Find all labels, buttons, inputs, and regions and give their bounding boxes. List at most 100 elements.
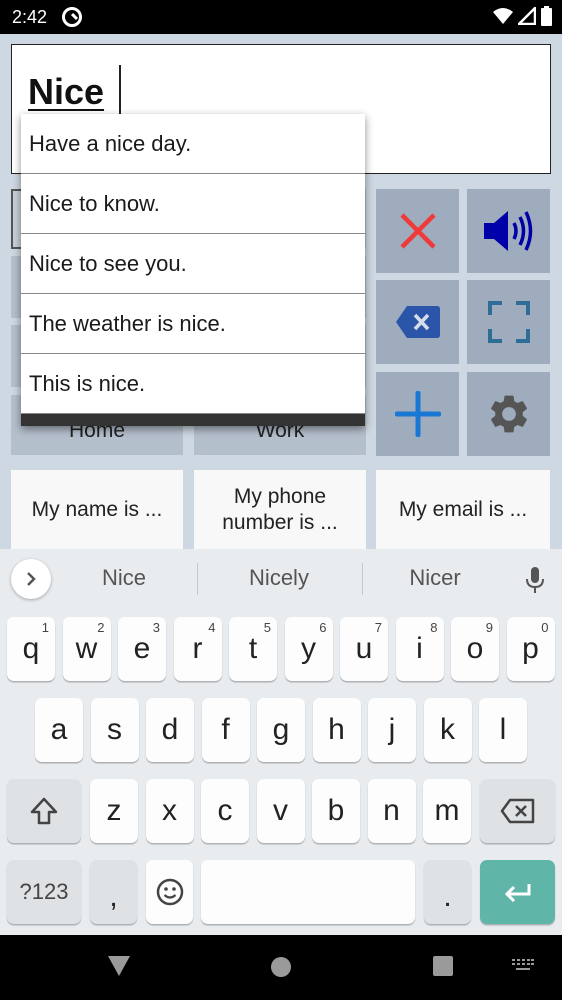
key-s[interactable]: s	[90, 698, 139, 762]
period-key[interactable]: .	[424, 860, 471, 924]
clear-button[interactable]	[376, 189, 459, 273]
autocomplete-dropdown: Have a nice day. Nice to know. Nice to s…	[21, 114, 365, 426]
key-label: y	[301, 632, 316, 665]
phrase-name-label: My name is ...	[31, 497, 163, 521]
status-time: 2:42	[12, 7, 48, 27]
key-f[interactable]: f	[201, 698, 250, 762]
key-t[interactable]: t5	[229, 617, 277, 681]
key-label: k	[440, 713, 455, 746]
plus-icon	[394, 391, 441, 437]
key-y[interactable]: y6	[284, 617, 333, 681]
expand-toolbar-button[interactable]	[11, 559, 51, 599]
dropdown-scrollbar[interactable]	[21, 414, 365, 426]
key-label: a	[50, 713, 68, 746]
comma-key[interactable]: ,	[90, 860, 137, 924]
key-r[interactable]: r4	[173, 617, 222, 681]
key-k[interactable]: k	[423, 698, 472, 762]
enter-icon	[504, 884, 530, 902]
home-circle-icon[interactable]	[270, 956, 292, 978]
key-a[interactable]: a	[35, 698, 83, 762]
shift-icon	[30, 797, 58, 825]
shift-key[interactable]	[7, 779, 81, 843]
fullscreen-icon	[487, 301, 530, 343]
key-q[interactable]: q1	[7, 617, 55, 681]
key-z[interactable]: z	[90, 779, 138, 843]
comma-key-label: ,	[109, 880, 118, 913]
wifi-icon	[493, 8, 513, 24]
keyboard-switch-icon[interactable]	[512, 959, 534, 973]
key-n[interactable]: n	[367, 779, 416, 843]
key-w[interactable]: w2	[62, 617, 111, 681]
key-g[interactable]: g	[257, 698, 305, 762]
key-b[interactable]: b	[312, 779, 360, 843]
delete-key[interactable]	[480, 779, 555, 843]
space-key[interactable]	[201, 860, 415, 924]
key-c[interactable]: c	[201, 779, 249, 843]
phrase-button-email[interactable]: My email is ...	[376, 470, 550, 550]
key-x[interactable]: x	[145, 779, 194, 843]
key-d[interactable]: d	[146, 698, 194, 762]
text-caret	[119, 65, 121, 117]
microphone-icon[interactable]	[526, 567, 544, 593]
key-number-hint: 7	[374, 620, 382, 635]
fullscreen-button[interactable]	[467, 280, 550, 364]
backspace-button[interactable]	[376, 280, 459, 364]
status-bar: 2:42	[0, 0, 562, 34]
phrase-button-name[interactable]: My name is ...	[11, 470, 183, 550]
key-j[interactable]: j	[368, 698, 416, 762]
suggestion-2[interactable]: Nicely	[219, 565, 339, 591]
key-label: r	[192, 632, 203, 665]
key-i[interactable]: i8	[395, 617, 444, 681]
add-button[interactable]	[376, 372, 459, 456]
key-label: s	[107, 713, 122, 746]
autocomplete-item[interactable]: Nice to know.	[21, 174, 365, 234]
gear-icon	[490, 395, 527, 433]
key-o[interactable]: o9	[451, 617, 499, 681]
back-triangle-icon[interactable]	[107, 955, 131, 977]
key-label: h	[328, 713, 345, 746]
key-u[interactable]: u7	[340, 617, 388, 681]
status-icons	[493, 6, 552, 26]
key-l[interactable]: l	[479, 698, 527, 762]
suggestion-3[interactable]: Nicer	[375, 565, 495, 591]
key-number-hint: 1	[41, 620, 49, 635]
emoji-smile-icon	[156, 878, 183, 906]
key-label: j	[388, 713, 396, 746]
autocomplete-item[interactable]: This is nice.	[21, 354, 365, 414]
settings-button[interactable]	[467, 372, 550, 456]
close-x-icon	[399, 213, 436, 249]
suggestion-1[interactable]: Nice	[64, 565, 184, 591]
autocomplete-item[interactable]: Nice to see you.	[21, 234, 365, 294]
emoji-key[interactable]	[146, 860, 193, 924]
battery-icon	[541, 6, 552, 26]
message-text[interactable]: Nice	[28, 71, 104, 113]
autocomplete-item[interactable]: Have a nice day.	[21, 114, 365, 174]
symbols-key-label: ?123	[19, 879, 69, 904]
key-label: p	[522, 632, 539, 665]
phrase-button-phone[interactable]: My phone number is ...	[194, 470, 366, 550]
key-number-hint: 2	[97, 620, 105, 635]
enter-key[interactable]	[480, 860, 555, 924]
key-e[interactable]: e3	[118, 617, 166, 681]
app-content: Nice Home Work My name is ... My phone n…	[0, 34, 562, 550]
backspace-icon	[395, 306, 440, 338]
key-m[interactable]: m	[423, 779, 471, 843]
key-v[interactable]: v	[256, 779, 305, 843]
speaker-volume-icon	[483, 211, 532, 251]
suggestion-divider	[362, 563, 363, 595]
key-label: q	[22, 632, 40, 665]
suggestion-strip: Nice Nicely Nicer	[0, 549, 562, 609]
key-number-hint: 9	[485, 620, 493, 635]
autocomplete-item[interactable]: The weather is nice.	[21, 294, 365, 354]
key-label: o	[466, 632, 484, 665]
key-p[interactable]: p0	[506, 617, 555, 681]
navigation-bar	[0, 935, 562, 1000]
symbols-key[interactable]: ?123	[7, 860, 81, 924]
speak-button[interactable]	[467, 189, 550, 273]
key-label: e	[133, 632, 151, 665]
key-label: m	[434, 794, 460, 827]
key-h[interactable]: h	[312, 698, 361, 762]
recents-square-icon[interactable]	[432, 955, 454, 977]
period-key-label: .	[443, 880, 452, 913]
backspace-key-icon	[500, 798, 534, 824]
